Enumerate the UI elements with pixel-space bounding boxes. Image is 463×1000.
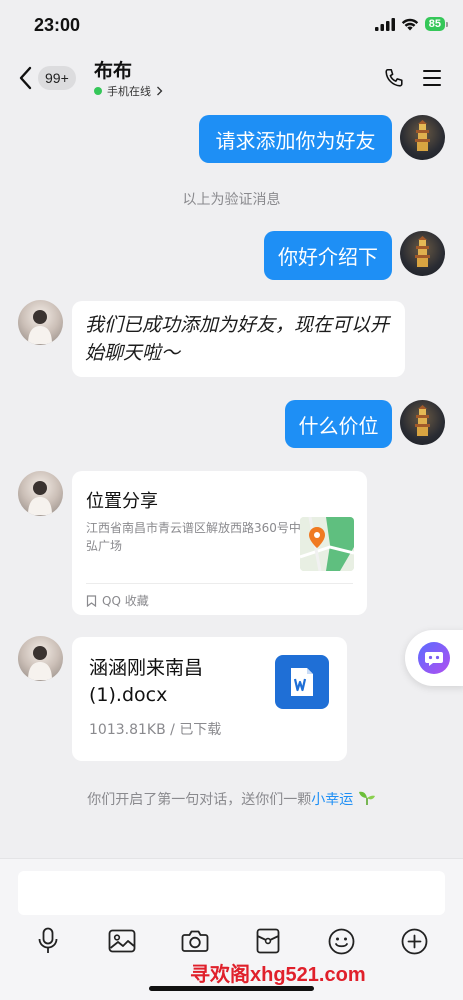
my-avatar[interactable] xyxy=(400,400,445,445)
chat-header: 99+ 布布 手机在线 xyxy=(0,50,463,106)
assistant-icon xyxy=(418,642,450,674)
location-source: QQ 收藏 xyxy=(86,592,149,609)
online-dot xyxy=(94,87,102,95)
emoji-icon xyxy=(328,928,354,954)
tower-icon xyxy=(415,120,430,151)
chevron-right-icon xyxy=(157,86,163,96)
word-doc-glyph xyxy=(291,668,313,696)
emoji-button[interactable] xyxy=(323,923,359,959)
received-message-bubble[interactable]: 我们已成功添加为好友，现在可以开始聊天啦～ xyxy=(72,301,405,377)
file-meta: 1013.81KB / 已下载 xyxy=(89,722,222,738)
watermark: 寻欢阁xhg521.com xyxy=(190,964,366,986)
plus-icon xyxy=(401,928,427,954)
sprout-icon xyxy=(358,791,375,805)
voice-button[interactable] xyxy=(30,923,66,959)
red-packet-icon xyxy=(256,928,280,954)
composer-toolbar xyxy=(0,923,463,963)
file-name: 涵涵刚来南昌(1).docx xyxy=(89,657,204,706)
contact-status[interactable]: 手机在线 xyxy=(94,83,163,99)
person-icon xyxy=(28,310,52,344)
contact-status-text: 手机在线 xyxy=(107,85,151,98)
status-time: 23:00 xyxy=(34,15,81,35)
more-menu-button[interactable] xyxy=(418,64,446,92)
sent-message-bubble[interactable]: 你好介绍下 xyxy=(264,231,392,280)
tower-icon xyxy=(415,236,430,267)
contact-avatar[interactable] xyxy=(18,636,63,681)
system-first-chat-text: 你们开启了第一句对话，送你们一颗 xyxy=(87,792,312,808)
battery-indicator: 85 xyxy=(424,17,449,31)
back-chevron-icon xyxy=(19,66,32,90)
map-thumbnail xyxy=(300,517,354,571)
menu-icon xyxy=(423,70,441,86)
divider xyxy=(86,583,353,584)
tower-icon xyxy=(415,405,430,436)
location-title: 位置分享 xyxy=(86,491,158,512)
location-share-card[interactable]: 位置分享 江西省南昌市青云谱区解放西路360号中弘广场 QQ 收藏 xyxy=(72,471,367,615)
signal-icon xyxy=(374,17,395,31)
back-button[interactable] xyxy=(10,60,40,96)
more-actions-button[interactable] xyxy=(396,923,432,959)
system-message-first-chat: 你们开启了第一句对话，送你们一颗小幸运 xyxy=(0,789,463,809)
my-avatar[interactable] xyxy=(400,231,445,276)
file-status: 已下载 xyxy=(179,722,222,738)
sent-message-bubble[interactable]: 什么价位 xyxy=(285,400,392,448)
home-indicator[interactable] xyxy=(149,986,314,991)
system-message-verify: 以上为验证消息 xyxy=(182,192,281,208)
camera-button[interactable] xyxy=(177,923,213,959)
bookmark-icon xyxy=(86,594,97,607)
lucky-link[interactable]: 小幸运 xyxy=(311,792,353,808)
voice-icon xyxy=(38,927,58,953)
map-pin-icon xyxy=(300,517,354,571)
word-doc-icon xyxy=(275,655,329,709)
file-message-card[interactable]: 涵涵刚来南昌(1).docx 1013.81KB / 已下载 xyxy=(72,637,347,761)
received-message-text: 我们已成功添加为好友，现在可以开始聊天啦～ xyxy=(85,314,390,364)
sent-message-bubble[interactable]: 请求添加你为好友 xyxy=(199,115,392,163)
unread-badge[interactable]: 99+ xyxy=(38,66,76,90)
contact-name[interactable]: 布布 xyxy=(94,56,132,83)
person-icon xyxy=(28,646,52,680)
call-button[interactable] xyxy=(380,64,408,92)
message-input[interactable] xyxy=(18,871,445,915)
red-packet-button[interactable] xyxy=(250,923,286,959)
status-bar: 23:00 85 xyxy=(0,0,463,50)
location-address: 江西省南昌市青云谱区解放西路360号中弘广场 xyxy=(86,521,301,553)
phone-icon xyxy=(385,68,403,87)
my-avatar[interactable] xyxy=(400,115,445,160)
status-icons: 85 xyxy=(374,17,449,31)
contact-avatar[interactable] xyxy=(18,300,63,345)
camera-icon xyxy=(181,930,209,952)
person-icon xyxy=(28,481,52,515)
location-source-label: QQ 收藏 xyxy=(102,594,149,608)
image-button[interactable] xyxy=(104,923,140,959)
assistant-float-button[interactable] xyxy=(405,630,463,686)
image-icon xyxy=(108,929,136,953)
file-size: 1013.81KB xyxy=(89,722,166,738)
wifi-icon xyxy=(401,18,418,30)
contact-avatar[interactable] xyxy=(18,471,63,516)
